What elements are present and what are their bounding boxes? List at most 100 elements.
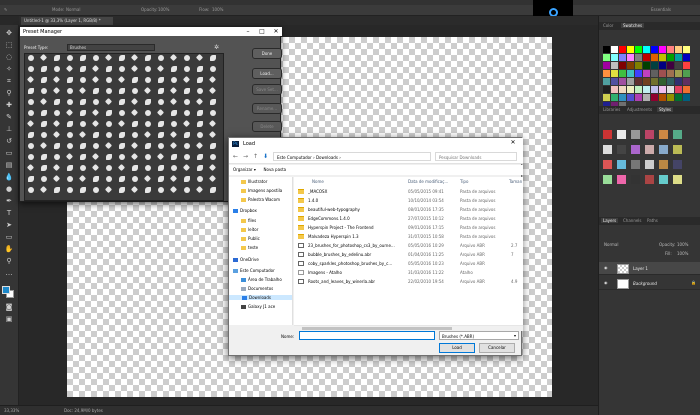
brush-preset-thumbnail[interactable]: [142, 98, 154, 108]
brush-preset-thumbnail[interactable]: [116, 98, 128, 108]
brush-preset-thumbnail[interactable]: [116, 153, 128, 163]
brush-preset-thumbnail[interactable]: [25, 142, 37, 152]
brush-preset-thumbnail[interactable]: [77, 109, 89, 119]
brush-preset-thumbnail[interactable]: [38, 54, 50, 64]
filename-input[interactable]: [299, 331, 435, 340]
brush-preset-thumbnail[interactable]: [64, 153, 76, 163]
brush-preset-thumbnail[interactable]: [38, 131, 50, 141]
brush-preset-thumbnail[interactable]: [181, 153, 193, 163]
brush-preset-thumbnail[interactable]: [51, 109, 63, 119]
color-swatch[interactable]: [683, 94, 690, 101]
nav-item-dropbox[interactable]: Dropbox: [233, 208, 257, 213]
load-button[interactable]: Load...: [252, 68, 282, 79]
brush-preset-thumbnail[interactable]: [38, 175, 50, 185]
brush-preset-thumbnail[interactable]: [168, 54, 180, 64]
color-swatch[interactable]: [667, 70, 674, 77]
brush-preset-thumbnail[interactable]: [90, 65, 102, 75]
color-swatch[interactable]: [603, 70, 610, 77]
color-swatch[interactable]: [683, 70, 690, 77]
visibility-eye-icon[interactable]: ◉: [604, 280, 608, 285]
brush-preset-thumbnail[interactable]: [181, 54, 193, 64]
style-thumbnail[interactable]: [631, 145, 640, 154]
file-row[interactable]: Roots_and_leaves_by_winerla.abr 22/02/201…: [294, 278, 523, 286]
delete-button[interactable]: Delete: [252, 121, 282, 132]
color-swatch[interactable]: [643, 62, 650, 69]
brush-preset-thumbnail[interactable]: [64, 164, 76, 174]
brush-preset-thumbnail[interactable]: [64, 98, 76, 108]
brush-preset-thumbnail[interactable]: [181, 98, 193, 108]
zoom-tool-icon[interactable]: ⚲: [4, 257, 14, 266]
brush-preset-thumbnail[interactable]: [25, 164, 37, 174]
file-row[interactable]: EdgeCommons.1.4.0 27/07/2015 10:12 Pasta d…: [294, 215, 523, 223]
brush-preset-thumbnail[interactable]: [103, 98, 115, 108]
brush-preset-thumbnail[interactable]: [155, 175, 167, 185]
brush-preset-thumbnail[interactable]: [38, 98, 50, 108]
brush-preset-thumbnail[interactable]: [129, 153, 141, 163]
brush-preset-thumbnail[interactable]: [142, 120, 154, 130]
brush-preset-thumbnail[interactable]: [103, 142, 115, 152]
brush-preset-thumbnail[interactable]: [168, 175, 180, 185]
breadcrumb-computer[interactable]: Este Computador: [277, 155, 312, 160]
color-swatch[interactable]: [675, 94, 682, 101]
address-bar[interactable]: Este Computador › Downloads ›: [273, 152, 431, 161]
style-thumbnail[interactable]: [673, 130, 682, 139]
brush-preset-thumbnail[interactable]: [103, 175, 115, 185]
brush-preset-thumbnail[interactable]: [51, 175, 63, 185]
brush-preset-thumbnail[interactable]: [194, 65, 206, 75]
style-thumbnail[interactable]: [603, 160, 612, 169]
nav-item-files[interactable]: files: [241, 218, 256, 223]
done-button[interactable]: Done: [252, 48, 282, 59]
tab-adjustments[interactable]: Adjustments: [627, 107, 652, 112]
nav-item-este-computador[interactable]: Este Computador: [233, 268, 275, 273]
brush-preset-thumbnail[interactable]: [207, 186, 219, 196]
color-swatch[interactable]: [635, 54, 642, 61]
brush-preset-thumbnail[interactable]: [129, 98, 141, 108]
flow-input[interactable]: 100%: [212, 7, 223, 12]
color-swatch[interactable]: [683, 86, 690, 93]
mode-select[interactable]: Normal: [66, 7, 80, 12]
brush-preset-thumbnail[interactable]: [116, 54, 128, 64]
style-thumbnail[interactable]: [645, 130, 654, 139]
brush-preset-thumbnail[interactable]: [51, 142, 63, 152]
color-swatch[interactable]: [683, 78, 690, 85]
brush-preset-thumbnail[interactable]: [155, 109, 167, 119]
brush-preset-thumbnail[interactable]: [116, 186, 128, 196]
quick-select-tool-icon[interactable]: ✧: [4, 65, 14, 74]
style-thumbnail[interactable]: [617, 175, 626, 184]
brush-preset-thumbnail[interactable]: [181, 120, 193, 130]
brush-preset-thumbnail[interactable]: [168, 76, 180, 86]
layer-opacity-input[interactable]: 100%: [677, 242, 688, 247]
color-swatch[interactable]: [675, 62, 682, 69]
brush-preset-thumbnail[interactable]: [103, 76, 115, 86]
brush-preset-thumbnail[interactable]: [142, 164, 154, 174]
brush-preset-thumbnail[interactable]: [25, 76, 37, 86]
brush-preset-thumbnail[interactable]: [142, 186, 154, 196]
tab-layers[interactable]: Layers: [601, 218, 619, 223]
brush-preset-thumbnail[interactable]: [181, 175, 193, 185]
brush-preset-thumbnail[interactable]: [142, 142, 154, 152]
brush-preset-thumbnail[interactable]: [168, 98, 180, 108]
brush-preset-thumbnail[interactable]: [103, 186, 115, 196]
color-swatch[interactable]: [643, 78, 650, 85]
brush-preset-thumbnail[interactable]: [181, 109, 193, 119]
color-swatch[interactable]: [675, 54, 682, 61]
color-swatch[interactable]: [643, 70, 650, 77]
brush-preset-thumbnail[interactable]: [194, 120, 206, 130]
workspace-switcher[interactable]: Essentials: [651, 7, 671, 12]
brush-preset-thumbnail[interactable]: [116, 164, 128, 174]
brush-preset-thumbnail[interactable]: [129, 109, 141, 119]
tab-paths[interactable]: Paths: [647, 218, 658, 223]
brush-preset-thumbnail[interactable]: [116, 131, 128, 141]
rename-button[interactable]: Rename...: [252, 103, 282, 114]
brush-preset-thumbnail[interactable]: [25, 109, 37, 119]
brush-preset-thumbnail[interactable]: [103, 87, 115, 97]
brush-preset-thumbnail[interactable]: [64, 87, 76, 97]
brush-preset-thumbnail[interactable]: [168, 109, 180, 119]
brush-preset-thumbnail[interactable]: [155, 65, 167, 75]
brush-preset-thumbnail[interactable]: [103, 54, 115, 64]
brush-preset-thumbnail[interactable]: [181, 76, 193, 86]
color-swatch[interactable]: [603, 94, 610, 101]
gradient-tool-icon[interactable]: ▤: [4, 161, 14, 170]
color-swatch[interactable]: [635, 86, 642, 93]
brush-preset-thumbnail[interactable]: [168, 87, 180, 97]
